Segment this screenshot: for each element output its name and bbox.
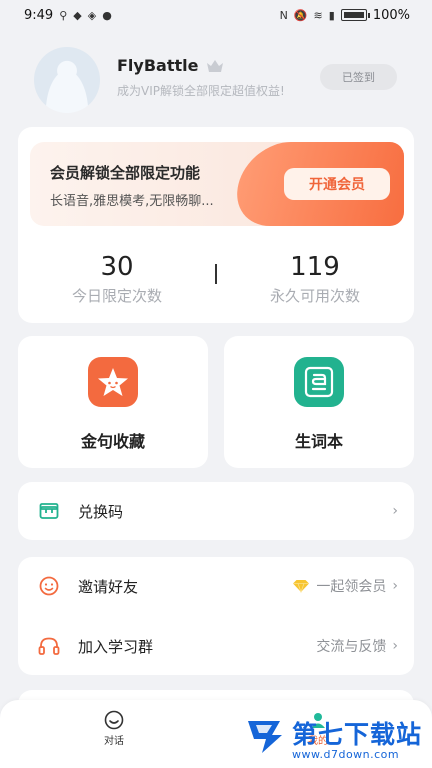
watermark: 第七下载站 www.d7down.com — [242, 705, 432, 768]
tile-favorite-sentences-label: 金句收藏 — [80, 432, 145, 451]
invite-friends-row[interactable]: 邀请好友 一起领会员 › — [18, 557, 414, 615]
smile-icon — [38, 575, 60, 597]
stat-permanent-label: 永久可用次数 — [269, 287, 360, 305]
watermark-title: 第七下载站 — [292, 720, 423, 749]
stat-divider — [215, 264, 217, 284]
status-left: 9:49 ⚲ ◆ ◈ ● — [24, 8, 112, 23]
join-study-group-hint: 交流与反馈 — [316, 639, 387, 655]
redeem-label: 兑换码 — [78, 502, 124, 521]
open-vip-button[interactable]: 开通会员 — [284, 168, 390, 200]
vip-description: 长语音,雅思模考,无限畅聊... — [50, 194, 214, 209]
nav-chat-tab[interactable]: 对话 — [84, 710, 144, 747]
tile-favorite-sentences[interactable]: 金句收藏 — [18, 336, 208, 468]
notification-app-icon: ◆ — [73, 8, 82, 22]
wifi-icon: ≋ — [313, 8, 323, 22]
chat-face-icon — [104, 710, 124, 730]
chat-notification-icon: ● — [102, 8, 112, 22]
battery-icon — [340, 9, 370, 21]
invite-friends-label: 邀请好友 — [78, 577, 139, 596]
stat-today: 30 今日限定次数 — [22, 251, 212, 306]
tile-vocabulary-book-label: 生词本 — [294, 432, 343, 451]
notification-app-icon-2: ◈ — [87, 8, 97, 22]
status-time: 9:49 — [24, 7, 54, 23]
stat-today-value: 30 — [100, 252, 134, 282]
username-row: FlyBattle — [117, 56, 224, 75]
redeem-chevron-wrap: › — [392, 503, 398, 519]
sim-icon: ▮ — [328, 8, 335, 22]
profile-subtitle: 成为VIP解锁全部限定超值权益! — [117, 84, 285, 98]
vip-card: 会员解锁全部限定功能 长语音,雅思模考,无限畅聊... 开通会员 30 今日限定… — [18, 127, 414, 323]
join-study-group-right: 交流与反馈 › — [316, 636, 398, 656]
username: FlyBattle — [117, 56, 199, 75]
invite-friends-hint: 一起领会员 — [316, 579, 387, 595]
join-study-group-label: 加入学习群 — [78, 637, 154, 656]
nav-chat-label: 对话 — [104, 736, 124, 747]
stat-permanent-value: 119 — [290, 252, 340, 282]
stat-permanent: 119 永久可用次数 — [220, 251, 410, 306]
vip-title: 会员解锁全部限定功能 — [50, 164, 201, 182]
notebook-icon — [294, 357, 344, 407]
watermark-logo-icon — [248, 721, 282, 753]
stat-today-label: 今日限定次数 — [71, 287, 162, 305]
redeem-row[interactable]: 兑换码 › — [18, 482, 414, 540]
watermark-url: www.d7down.com — [292, 748, 400, 761]
invite-friends-right: 一起领会员 › — [292, 576, 398, 596]
vip-banner[interactable]: 会员解锁全部限定功能 长语音,雅思模考,无限畅聊... 开通会员 — [30, 142, 404, 226]
chevron-right-icon: › — [392, 503, 398, 519]
headset-icon — [38, 635, 60, 657]
usb-icon: ⚲ — [59, 8, 68, 22]
chevron-right-icon: › — [392, 638, 398, 654]
nfc-icon: N — [279, 8, 288, 22]
crown-icon — [207, 59, 224, 72]
star-icon — [88, 357, 138, 407]
mute-icon: 🔕 — [293, 8, 308, 22]
redeem-card: 兑换码 › — [18, 482, 414, 540]
chevron-right-icon: › — [392, 578, 398, 594]
checkin-button[interactable]: 已签到 — [320, 64, 397, 90]
status-right: N 🔕 ≋ ▮ 100% — [280, 8, 410, 23]
tile-vocabulary-book[interactable]: 生词本 — [224, 336, 414, 468]
avatar[interactable] — [34, 47, 100, 113]
profile-header: FlyBattle 成为VIP解锁全部限定超值权益! 已签到 — [0, 40, 432, 120]
status-bar: 9:49 ⚲ ◆ ◈ ● N 🔕 ≋ ▮ 100% — [0, 0, 432, 30]
battery-percent: 100% — [372, 7, 410, 23]
join-study-group-row[interactable]: 加入学习群 交流与反馈 › — [18, 617, 414, 675]
social-card: 邀请好友 一起领会员 › 加入学习群 交流与反馈 › — [18, 557, 414, 675]
diamond-icon — [293, 580, 310, 593]
ticket-icon — [38, 500, 60, 522]
